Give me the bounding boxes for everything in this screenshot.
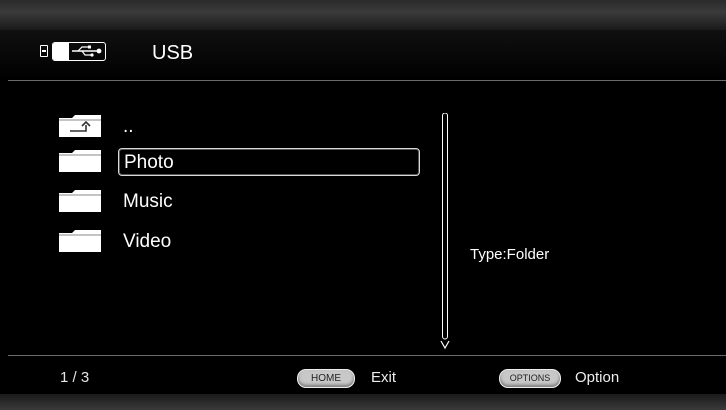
list-item-photo[interactable]: Photo (58, 146, 428, 178)
page-indicator: 1 / 3 (60, 369, 90, 386)
usb-browser-screen: USB .. Photo Music Video Type:Folder 1 /… (0, 0, 726, 410)
bottom-band (0, 394, 726, 410)
list-item-music[interactable]: Music (58, 186, 428, 218)
list-item-parent-folder[interactable]: .. (58, 111, 428, 143)
options-key-icon[interactable]: OPTIONS (499, 369, 561, 388)
folder-up-icon (59, 115, 101, 137)
list-item-label: .. (123, 116, 134, 137)
header-divider (8, 80, 726, 81)
folder-icon (59, 150, 101, 172)
folder-icon (59, 230, 101, 252)
top-band (0, 0, 726, 30)
usb-device-indicator (40, 41, 106, 61)
home-key-icon[interactable]: HOME (297, 369, 355, 388)
plug-icon (40, 45, 48, 57)
scrollbar[interactable] (440, 113, 450, 351)
list-item-label: Video (123, 231, 172, 252)
option-label: Option (575, 369, 620, 386)
list-item-video[interactable]: Video (58, 226, 428, 258)
list-item-label: Photo (118, 148, 420, 176)
folder-icon (59, 190, 101, 212)
item-type-info: Type:Folder (470, 246, 550, 263)
list-item-label: Music (123, 191, 173, 212)
page-title: USB (152, 42, 194, 64)
exit-label: Exit (371, 369, 397, 386)
header-bar (0, 30, 726, 80)
usb-icon (52, 41, 106, 61)
